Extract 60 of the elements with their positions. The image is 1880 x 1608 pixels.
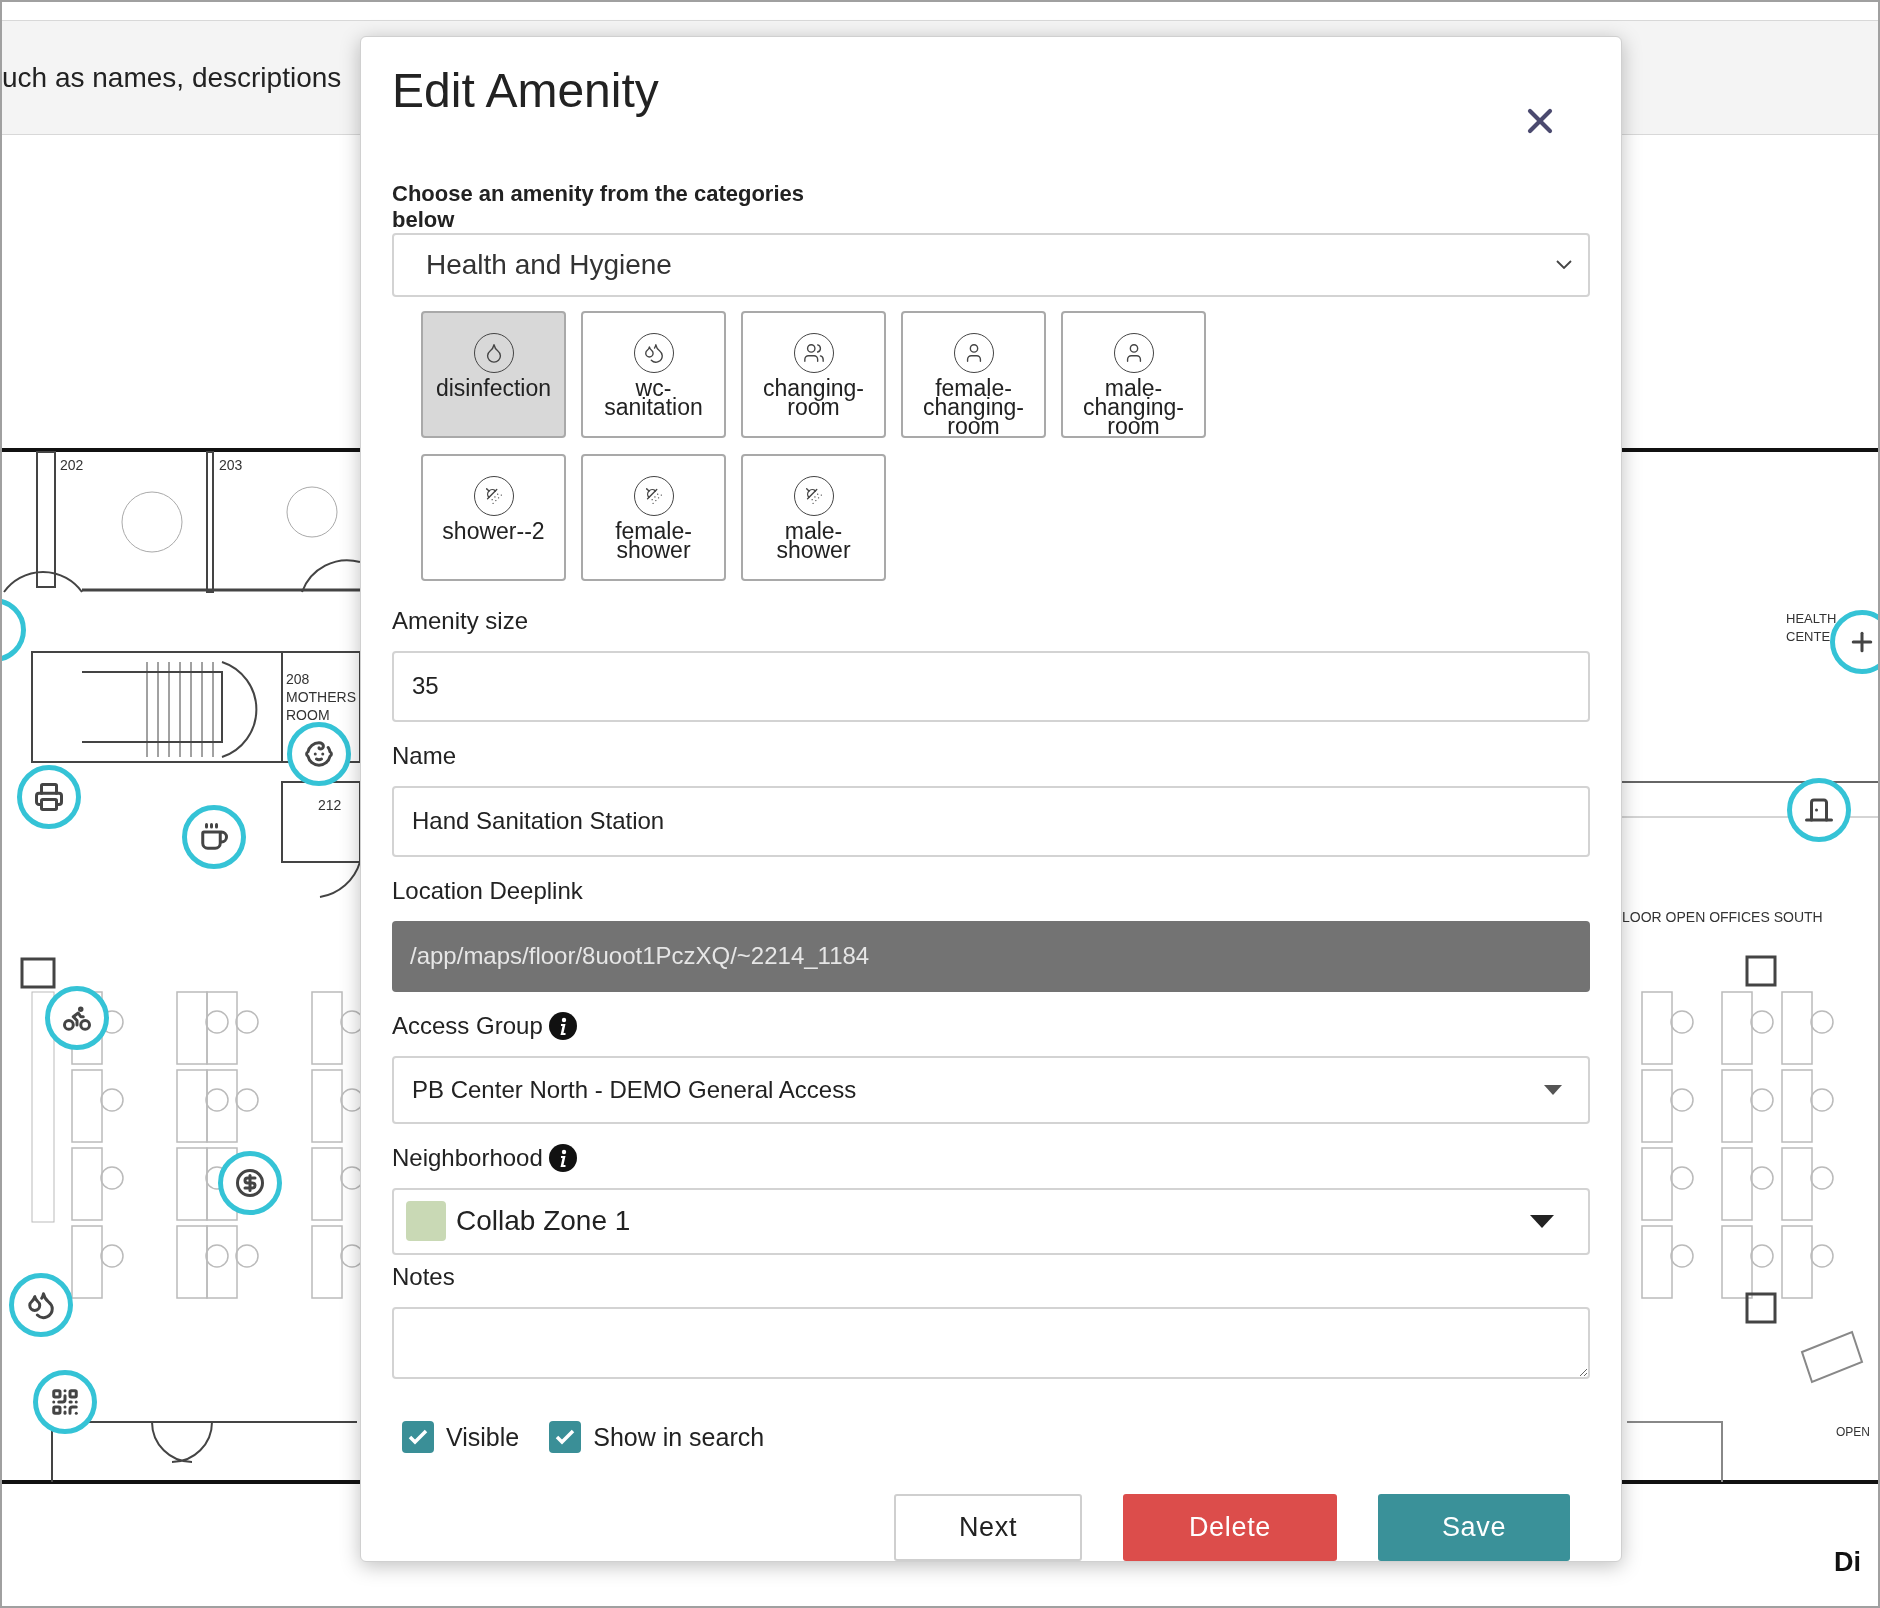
category-label: Choose an amenity from the categories below — [392, 181, 805, 233]
room-label: MOTHERS — [286, 690, 356, 704]
amenity-tile[interactable]: wc-sanitation — [581, 310, 726, 438]
room-label: 203 — [219, 458, 243, 472]
printer-icon — [34, 782, 64, 812]
amenity-tile[interactable]: disinfection — [421, 310, 566, 438]
map-marker[interactable] — [1787, 778, 1851, 842]
amenity-tile[interactable]: female-changing-room — [901, 310, 1046, 438]
room-label: HEALTH — [1786, 612, 1837, 625]
map-marker[interactable] — [45, 986, 109, 1050]
access-group-select[interactable]: PB Center North - DEMO General Access — [392, 1055, 1590, 1124]
map-marker[interactable] — [17, 765, 81, 829]
caret-icon — [1530, 1214, 1554, 1228]
dialog-title: Edit Amenity — [392, 63, 659, 119]
name-field[interactable]: Hand Sanitation Station — [392, 785, 1590, 857]
notes-field[interactable] — [392, 1306, 1590, 1379]
room-label: LOOR OPEN OFFICES SOUTH — [1622, 910, 1823, 924]
amenity-tile[interactable]: male-changing-room — [1061, 310, 1206, 438]
room-label: OPEN — [1836, 1426, 1870, 1438]
field-label: Location Deeplink — [392, 875, 583, 906]
map-marker[interactable] — [9, 1273, 73, 1337]
room-label: CENTE — [1786, 630, 1831, 643]
amenity-tile[interactable]: male-shower — [741, 453, 886, 581]
dialog-button[interactable]: Save — [1378, 1494, 1570, 1561]
map-marker[interactable] — [287, 722, 351, 786]
dialog-button[interactable]: Delete — [1123, 1494, 1337, 1561]
amenity-tile[interactable]: changing-room — [741, 310, 886, 438]
amenity-tile[interactable]: female-shower — [581, 453, 726, 581]
baby-icon — [304, 739, 334, 769]
field-label: Amenity size — [392, 605, 529, 636]
info-icon — [548, 1143, 577, 1172]
info-icon — [548, 1011, 577, 1040]
header-text: uch as names, descriptions — [2, 60, 342, 95]
category-select[interactable]: Health and Hygiene — [392, 233, 1590, 297]
map-marker[interactable] — [182, 805, 246, 869]
corner-text: Di — [1834, 1546, 1861, 1579]
checkbox-label: Show in search — [593, 1421, 765, 1453]
qr-code-icon — [50, 1387, 80, 1417]
room-label: 202 — [60, 458, 84, 472]
map-marker[interactable] — [33, 1370, 97, 1434]
checkbox[interactable] — [549, 1421, 582, 1454]
checkbox-label: Visible — [446, 1421, 520, 1453]
amenity-tile[interactable]: shower--2 — [421, 453, 566, 581]
droplets-icon — [26, 1290, 56, 1320]
room-label: 208 — [286, 672, 310, 686]
caret-icon — [1544, 1084, 1562, 1095]
room-label: ROOM — [286, 708, 330, 722]
field-label: Notes — [392, 1261, 455, 1292]
dialog-button[interactable]: Next — [894, 1494, 1082, 1561]
chevron-icon — [1556, 260, 1572, 270]
amenity-size-field[interactable]: 35 — [392, 650, 1590, 722]
map-marker[interactable] — [218, 1151, 282, 1215]
checkbox[interactable] — [402, 1421, 434, 1454]
coffee-icon — [199, 822, 229, 852]
field-label: Access Group — [392, 1010, 543, 1041]
field-label: Neighborhood — [392, 1142, 543, 1173]
field-label: Name — [392, 740, 457, 771]
neighborhood-select[interactable]: Collab Zone 1 — [392, 1187, 1590, 1255]
room-label: 212 — [318, 798, 342, 812]
dollar-icon — [235, 1168, 265, 1198]
